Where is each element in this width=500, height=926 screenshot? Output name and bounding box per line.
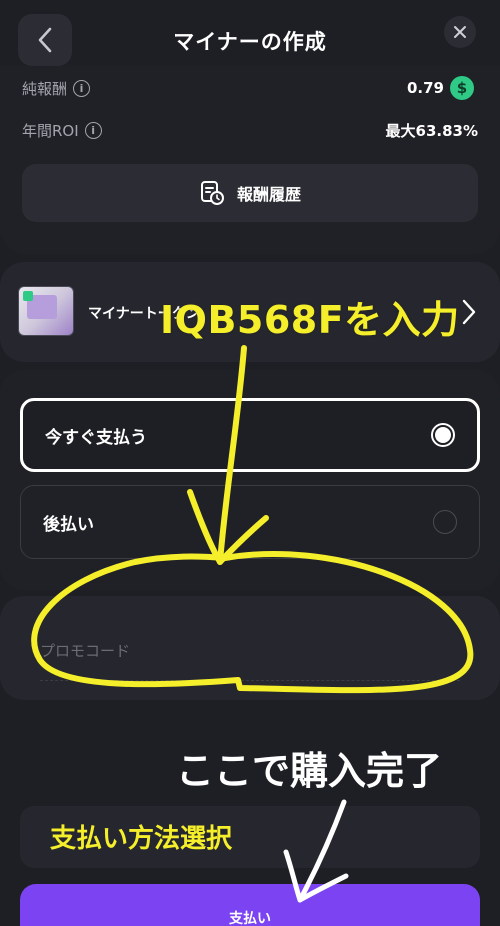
radio-unselected-icon bbox=[433, 510, 457, 534]
history-icon bbox=[200, 181, 224, 205]
payment-method-annotation: 支払い方法選択 bbox=[50, 824, 233, 854]
net-reward-value: 0.79 bbox=[406, 79, 444, 97]
reward-history-label: 報酬履歴 bbox=[236, 185, 301, 204]
pay-later-option[interactable]: 後払い bbox=[20, 485, 480, 559]
reward-history-button[interactable]: 報酬履歴 bbox=[22, 164, 478, 222]
pay-now-label: 今すぐ支払う bbox=[45, 427, 147, 448]
annual-roi-label: 年間ROI bbox=[22, 122, 79, 140]
annual-roi-value: 最大63.83% bbox=[385, 122, 478, 140]
pay-button[interactable]: 支払い bbox=[20, 884, 480, 926]
net-reward-row: 純報酬 i bbox=[22, 78, 91, 99]
page-title: マイナーの作成 bbox=[173, 30, 327, 54]
pay-button-label: 支払い bbox=[229, 911, 271, 926]
info-icon[interactable]: i bbox=[73, 80, 91, 97]
net-reward-label: 純報酬 bbox=[22, 80, 68, 98]
close-icon bbox=[454, 26, 466, 38]
info-icon[interactable]: i bbox=[84, 122, 102, 139]
close-button[interactable] bbox=[444, 16, 476, 48]
purchase-complete-annotation: ここで購入完了 bbox=[176, 749, 443, 793]
net-reward-value-group: 0.79 $ bbox=[407, 76, 474, 100]
chevron-right-icon[interactable] bbox=[462, 298, 476, 326]
promo-code-input[interactable] bbox=[40, 636, 460, 666]
pay-now-option[interactable]: 今すぐ支払う bbox=[20, 398, 480, 472]
radio-selected-icon bbox=[431, 423, 455, 447]
pay-later-label: 後払い bbox=[43, 514, 94, 535]
annual-roi-row: 年間ROI i bbox=[22, 120, 102, 141]
promo-divider bbox=[40, 680, 460, 681]
promo-code-instruction: IQB568Fを入力 bbox=[160, 298, 460, 342]
miner-thumbnail bbox=[18, 286, 74, 336]
usd-coin-icon: $ bbox=[450, 76, 474, 100]
